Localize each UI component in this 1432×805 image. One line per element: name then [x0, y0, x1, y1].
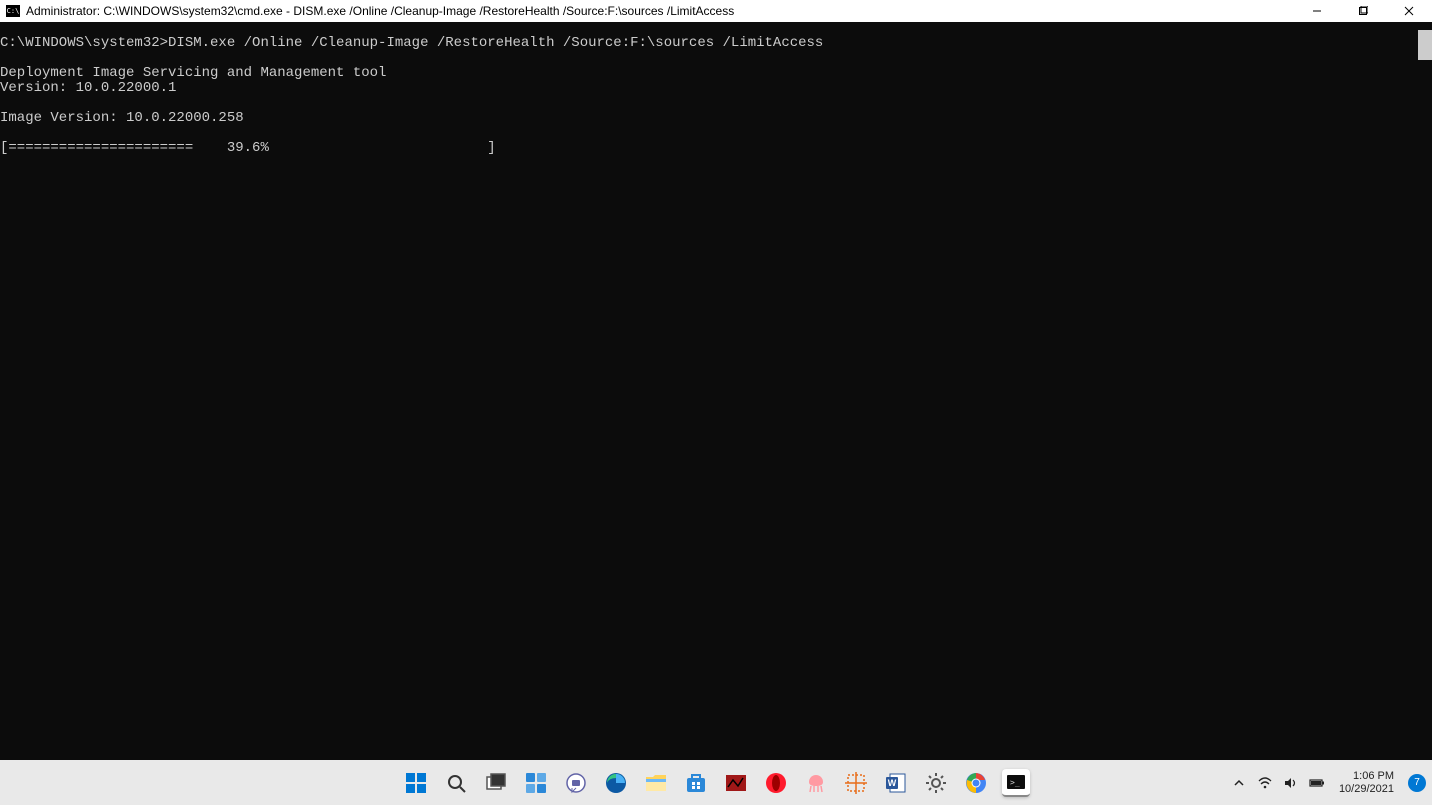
start-icon [405, 772, 427, 794]
widgets-button[interactable] [522, 769, 550, 797]
volume-button[interactable] [1283, 775, 1299, 791]
wifi-icon [1258, 776, 1272, 790]
search-button[interactable] [442, 769, 470, 797]
svg-text:>_: >_ [1010, 778, 1020, 787]
store-button[interactable] [682, 769, 710, 797]
svg-text:W: W [888, 778, 897, 788]
terminal-button[interactable]: >_ [1002, 769, 1030, 797]
window-controls [1294, 0, 1432, 22]
terminal-output: C:\WINDOWS\system32>DISM.exe /Online /Cl… [0, 22, 1418, 760]
tray-date: 10/29/2021 [1339, 783, 1394, 796]
settings-button[interactable] [922, 769, 950, 797]
terminal-icon: >_ [1005, 771, 1027, 793]
minimize-button[interactable] [1294, 0, 1340, 22]
scrollbar-thumb[interactable] [1418, 30, 1432, 60]
system-tray: 1:06 PM 10/29/2021 7 [1231, 760, 1426, 805]
titlebar: C:\ Administrator: C:\WINDOWS\system32\c… [0, 0, 1432, 22]
chrome-button[interactable] [962, 769, 990, 797]
close-icon [1404, 6, 1414, 16]
maximize-button[interactable] [1340, 0, 1386, 22]
terminal-version-line: Version: 10.0.22000.1 [0, 80, 176, 96]
tray-time: 1:06 PM [1353, 770, 1394, 783]
terminal-tool-header: Deployment Image Servicing and Managemen… [0, 65, 386, 81]
opera-icon [765, 772, 787, 794]
volume-icon [1284, 776, 1298, 790]
opera-button[interactable] [762, 769, 790, 797]
wifi-button[interactable] [1257, 775, 1273, 791]
battery-button[interactable] [1309, 775, 1325, 791]
fileexplorer-button[interactable] [642, 769, 670, 797]
terminal-prompt-line: C:\WINDOWS\system32>DISM.exe /Online /Cl… [0, 35, 823, 51]
search-icon [445, 772, 467, 794]
notification-count: 7 [1414, 777, 1420, 788]
notification-badge[interactable]: 7 [1408, 774, 1426, 792]
redsquare-icon [725, 772, 747, 794]
edge-icon [605, 772, 627, 794]
jellyfish-button[interactable] [802, 769, 830, 797]
taskview-icon [485, 772, 507, 794]
chat-icon [565, 772, 587, 794]
widgets-icon [525, 772, 547, 794]
terminal-area[interactable]: C:\WINDOWS\system32>DISM.exe /Online /Cl… [0, 22, 1432, 760]
minimize-icon [1312, 6, 1322, 16]
window-title: Administrator: C:\WINDOWS\system32\cmd.e… [26, 4, 734, 18]
clock-button[interactable]: 1:06 PM 10/29/2021 [1339, 770, 1394, 796]
terminal-image-version: Image Version: 10.0.22000.258 [0, 110, 244, 126]
fileexplorer-icon [645, 772, 667, 794]
snip-button[interactable] [842, 769, 870, 797]
word-button[interactable]: W [882, 769, 910, 797]
redsquare-button[interactable] [722, 769, 750, 797]
jellyfish-icon [805, 772, 827, 794]
snip-icon [845, 772, 867, 794]
start-button[interactable] [402, 769, 430, 797]
tray-chevron-button[interactable] [1231, 775, 1247, 791]
terminal-progress-line: [====================== 39.6% ] [0, 140, 496, 156]
word-icon: W [885, 772, 907, 794]
chrome-icon [965, 772, 987, 794]
store-icon [685, 772, 707, 794]
settings-icon [925, 772, 947, 794]
edge-button[interactable] [602, 769, 630, 797]
chat-button[interactable] [562, 769, 590, 797]
taskbar-icons: W [402, 769, 1030, 797]
taskbar: W [0, 760, 1432, 805]
battery-icon [1309, 776, 1325, 790]
maximize-icon [1358, 6, 1368, 16]
chevron-up-icon [1233, 777, 1245, 789]
close-button[interactable] [1386, 0, 1432, 22]
taskview-button[interactable] [482, 769, 510, 797]
cmd-icon: C:\ [6, 5, 20, 17]
